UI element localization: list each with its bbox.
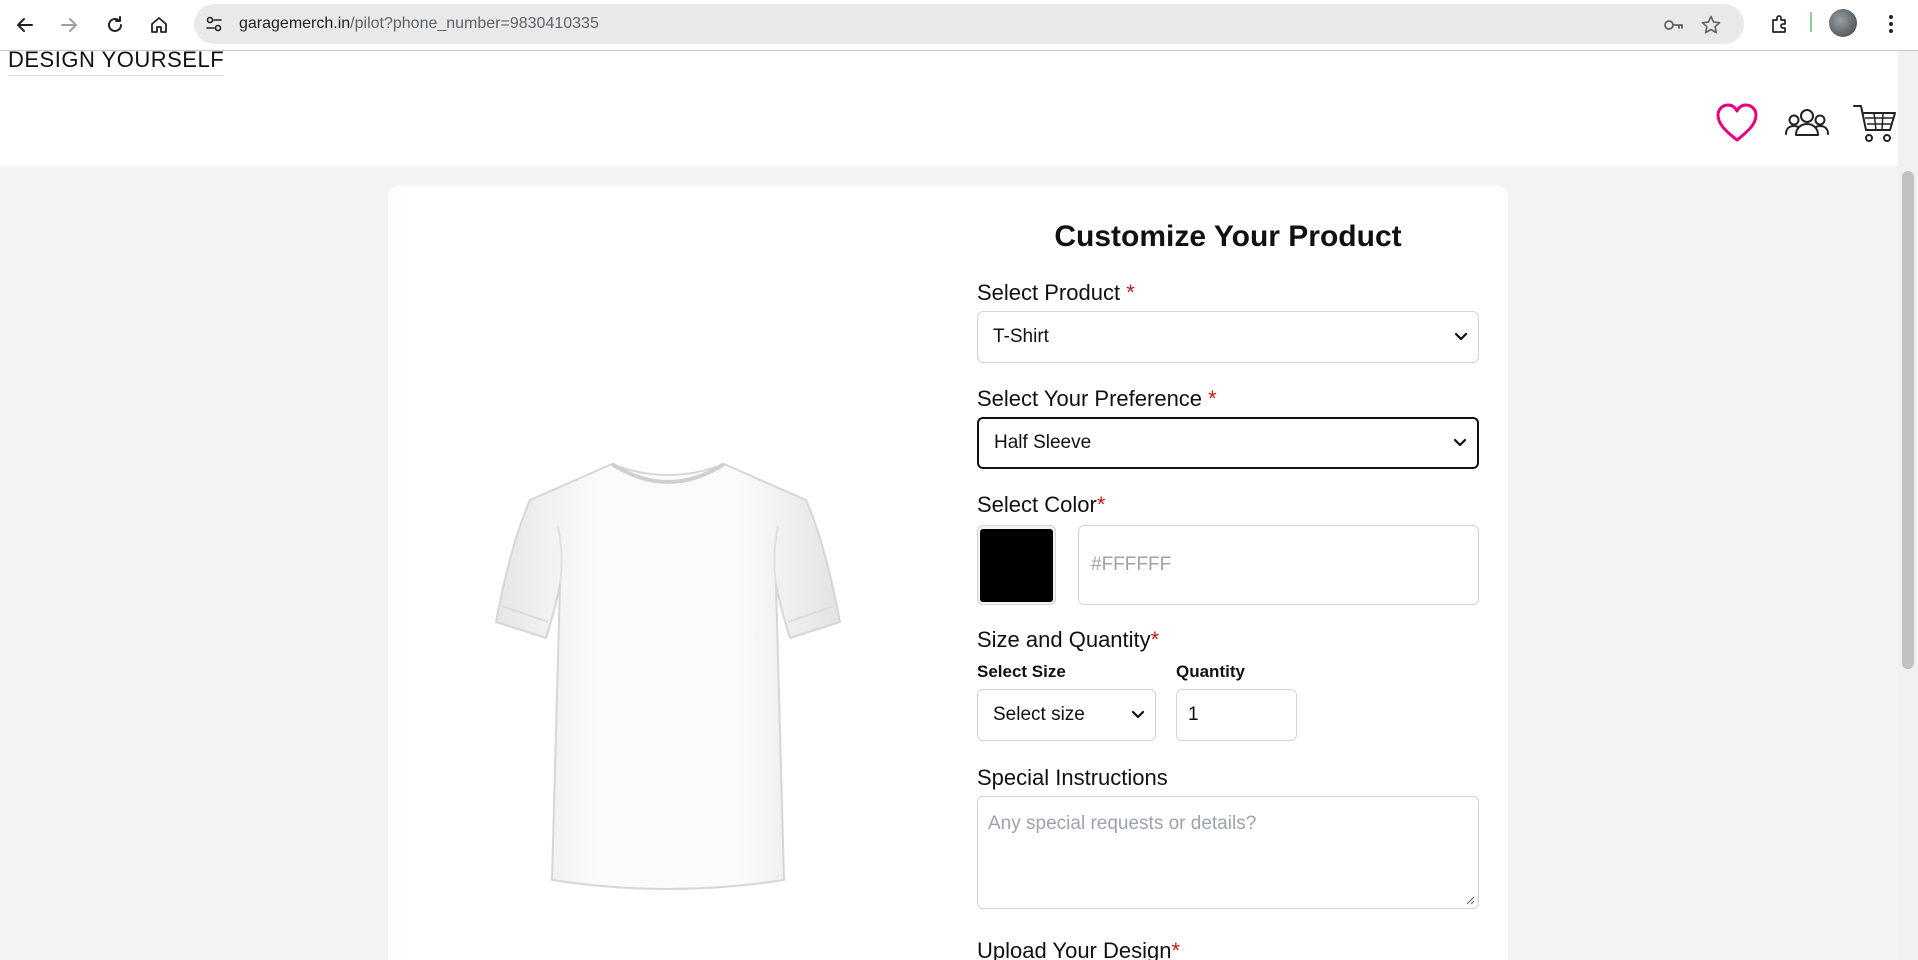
url-path: /pilot?phone_number=9830410335 [350,15,599,32]
url-text: garagemerch.in/pilot?phone_number=983041… [239,15,599,33]
select-product-label-text: Select Product [977,280,1121,305]
back-button[interactable] [8,8,42,42]
upload-design-label-text: Upload Your Design [977,938,1172,960]
users-icon[interactable] [1784,101,1830,145]
toolbar-divider [1810,12,1812,32]
product-select[interactable]: T-Shirt [977,311,1479,363]
puzzle-icon [1772,15,1786,33]
chevron-down-icon [1454,332,1468,341]
required-mark: * [1150,627,1160,652]
required-mark: * [1126,280,1135,305]
site-header: DESIGN YOURSELF [0,47,1898,166]
color-picker[interactable] [977,525,1056,605]
required-mark: * [1208,386,1217,411]
address-bar[interactable]: garagemerch.in/pilot?phone_number=983041… [194,4,1744,44]
tshirt-preview-image [495,462,841,890]
url-host: garagemerch.in [239,15,351,32]
quantity-label: Quantity [1176,662,1245,681]
cart-icon[interactable] [1852,101,1898,145]
customize-card: Customize Your Product Select Product * … [388,186,1508,960]
select-product-label: Select Product * [977,280,1135,306]
size-select-value: Select size [993,704,1085,725]
site-settings-icon[interactable] [204,14,224,34]
chevron-down-icon [1453,438,1467,447]
select-color-label: Select Color* [977,492,1105,518]
required-mark: * [1171,938,1181,960]
reload-icon [108,16,122,32]
forward-button[interactable] [52,8,86,42]
preference-select-value: Half Sleeve [994,432,1092,453]
form-title: Customize Your Product [1054,220,1402,253]
star-icon[interactable] [1700,14,1722,36]
more-vertical-icon [1889,15,1893,33]
reload-button[interactable] [98,8,132,42]
page-scrollbar[interactable] [1898,51,1918,960]
select-preference-label: Select Your Preference * [977,386,1217,412]
quantity-value: 1 [1188,704,1199,725]
resize-handle-icon[interactable] [1465,895,1475,905]
brand-title[interactable]: DESIGN YOURSELF [8,47,225,76]
profile-avatar[interactable] [1829,9,1857,37]
special-instructions-textarea[interactable]: Any special requests or details? [977,796,1479,909]
preference-select[interactable]: Half Sleeve [977,417,1479,469]
arrow-right-icon [61,18,77,32]
home-button[interactable] [142,8,176,42]
product-select-value: T-Shirt [993,326,1049,347]
home-icon [151,17,167,33]
special-instructions-placeholder: Any special requests or details? [988,813,1257,834]
color-hex-input[interactable]: #FFFFFF [1078,525,1479,605]
select-color-label-text: Select Color [977,492,1097,517]
extensions-button[interactable] [1765,9,1795,39]
quantity-input[interactable]: 1 [1176,689,1297,741]
arrow-left-icon [17,18,33,32]
size-select[interactable]: Select size [977,689,1156,741]
color-hex-placeholder: #FFFFFF [1091,554,1172,575]
special-instructions-label: Special Instructions [977,765,1168,790]
required-mark: * [1096,492,1106,517]
upload-design-label: Upload Your Design* [977,938,1180,960]
color-swatch [980,528,1053,602]
chevron-down-icon [1131,710,1145,719]
key-icon[interactable] [1662,14,1684,36]
browser-menu-button[interactable] [1876,9,1906,39]
size-quantity-label: Size and Quantity* [977,627,1159,653]
scrollbar-thumb[interactable] [1902,171,1914,669]
heart-icon[interactable] [1714,101,1760,145]
select-size-label: Select Size [977,662,1066,681]
select-preference-label-text: Select Your Preference [977,386,1203,411]
size-quantity-label-text: Size and Quantity [977,627,1151,652]
browser-toolbar: garagemerch.in/pilot?phone_number=983041… [0,0,1918,51]
